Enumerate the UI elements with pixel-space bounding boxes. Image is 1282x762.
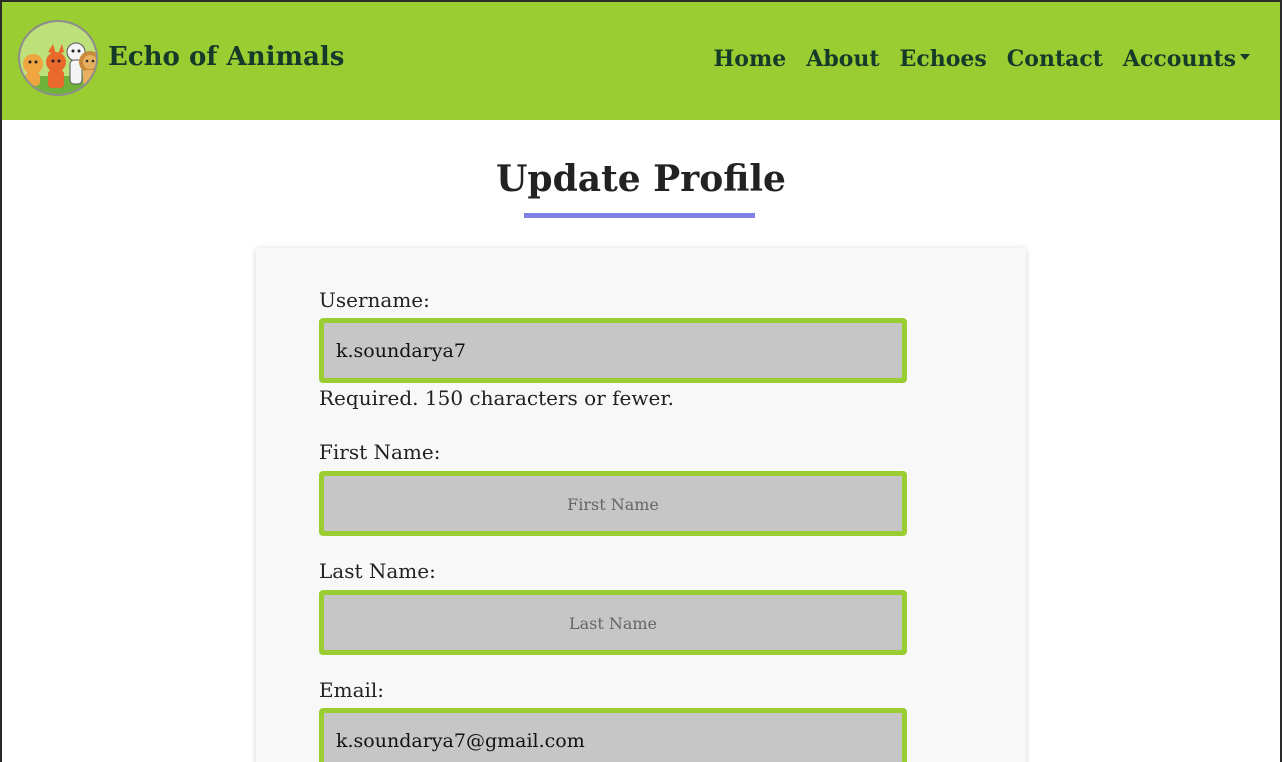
title-underline (524, 213, 755, 218)
main-nav: Home About Echoes Contact Accounts (714, 46, 1250, 72)
first-name-label: First Name: (319, 440, 441, 464)
navbar: Echo of Animals Home About Echoes Contac… (2, 2, 1280, 120)
username-input[interactable] (319, 318, 907, 383)
caret-down-icon (1240, 54, 1250, 60)
animals-logo-icon[interactable] (18, 20, 98, 96)
last-name-input[interactable] (319, 590, 907, 655)
update-profile-form: Username: Required. 150 characters or fe… (256, 248, 1026, 762)
nav-home-link[interactable]: Home (714, 46, 787, 72)
nav-about-link[interactable]: About (806, 46, 879, 72)
nav-accounts-label: Accounts (1122, 46, 1236, 72)
browser-viewport: Echo of Animals Home About Echoes Contac… (0, 0, 1282, 762)
brand-name[interactable]: Echo of Animals (108, 42, 344, 72)
email-label: Email: (319, 678, 385, 702)
nav-accounts-dropdown[interactable]: Accounts (1123, 46, 1250, 72)
nav-echoes-link[interactable]: Echoes (900, 46, 987, 72)
page-title: Update Profile (496, 158, 786, 200)
last-name-label: Last Name: (319, 559, 436, 583)
nav-contact-link[interactable]: Contact (1007, 46, 1103, 72)
username-help-text: Required. 150 characters or fewer. (319, 386, 675, 410)
email-input[interactable] (319, 708, 907, 762)
first-name-input[interactable] (319, 471, 907, 536)
username-label: Username: (319, 288, 430, 312)
